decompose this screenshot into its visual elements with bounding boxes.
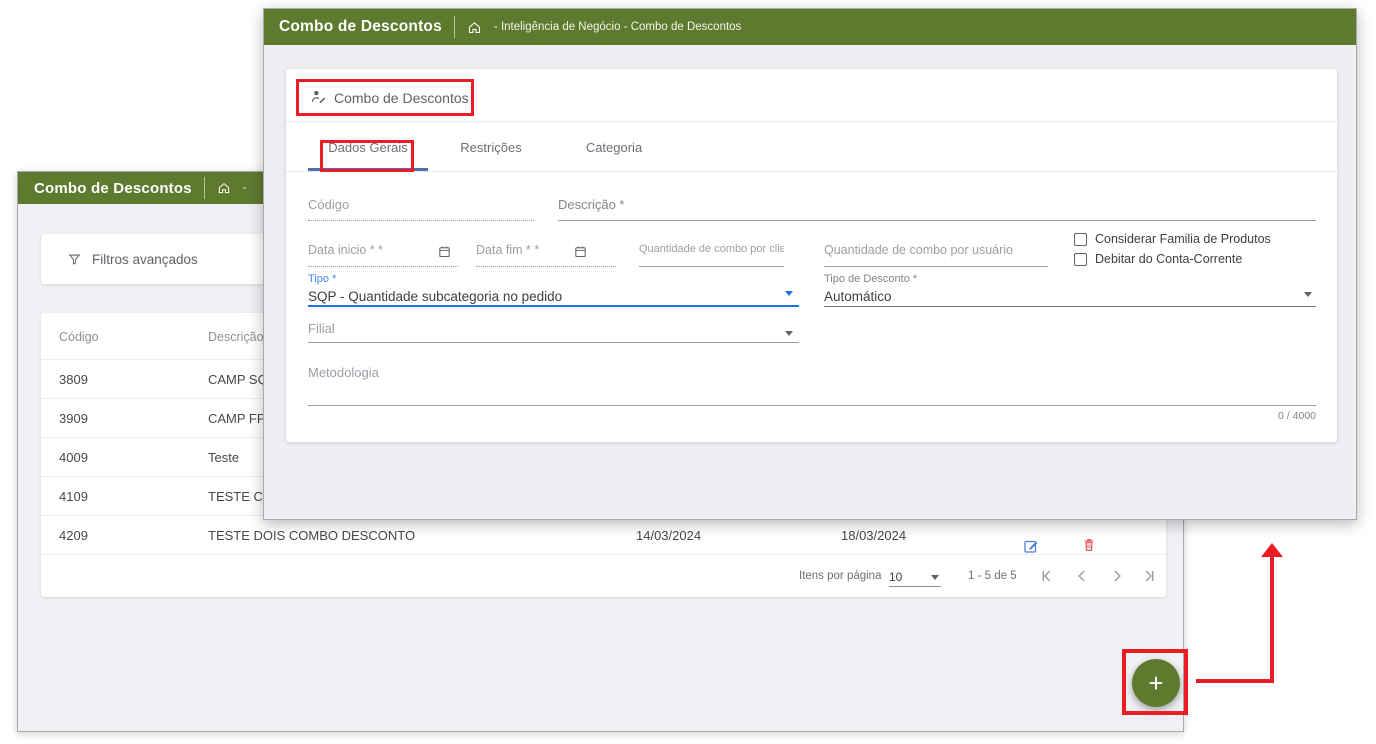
- calendar-icon[interactable]: [573, 244, 588, 259]
- page: Combo de Descontos - Filtros avançados C…: [0, 0, 1376, 744]
- qtd-combo-usuario-label: Quantidade de combo por usuário: [824, 243, 1048, 257]
- tipo-label: Tipo *: [308, 273, 799, 285]
- tab-restricoes[interactable]: Restrições: [431, 122, 551, 172]
- metodologia-textarea[interactable]: Metodologia: [308, 365, 1316, 406]
- checkbox-icon: [1074, 253, 1087, 266]
- column-header-codigo: Código: [59, 330, 99, 344]
- cell-data-inicio: 14/03/2024: [636, 528, 701, 543]
- chevron-down-icon: [785, 291, 793, 296]
- cell-data-fim: 18/03/2024: [841, 528, 906, 543]
- descricao-field[interactable]: Descrição *: [558, 197, 1316, 221]
- breadcrumb: -: [243, 182, 247, 194]
- cell-codigo: 4109: [59, 489, 88, 504]
- form-card: Combo de Descontos Dados Gerais Restriçõ…: [286, 69, 1337, 442]
- user-edit-icon: [310, 88, 327, 105]
- tipo-select[interactable]: Tipo * SQP - Quantidade subcategoria no …: [308, 273, 799, 307]
- qtd-combo-cliente-field[interactable]: Quantidade de combo por clien...: [639, 243, 784, 267]
- cell-codigo: 4209: [59, 528, 88, 543]
- annotation-arrow-head: [1261, 543, 1283, 557]
- codigo-label: Código: [308, 197, 534, 212]
- first-page-button[interactable]: [1036, 566, 1058, 588]
- tab-dados-gerais[interactable]: Dados Gerais: [308, 122, 428, 172]
- tipo-desconto-label: Tipo de Desconto *: [824, 273, 1316, 285]
- delete-row-button[interactable]: [1071, 525, 1091, 545]
- appbar-divider: [454, 16, 455, 38]
- filial-select[interactable]: Filial: [308, 321, 799, 343]
- advanced-filters-label: Filtros avançados: [92, 252, 198, 267]
- edit-pencil-icon: [1022, 537, 1040, 555]
- filial-label: Filial: [308, 321, 799, 336]
- cell-descricao: TESTE DOIS COMBO DESCONTO: [208, 528, 415, 543]
- descricao-label: Descrição *: [558, 197, 1316, 212]
- calendar-icon[interactable]: [437, 244, 452, 259]
- considerar-familia-label: Considerar Familia de Produtos: [1095, 232, 1271, 246]
- next-page-button[interactable]: [1106, 566, 1128, 588]
- chevron-right-icon: [1107, 566, 1127, 586]
- form-card-header: Combo de Descontos: [286, 69, 1337, 122]
- table-row: 4209 TESTE DOIS COMBO DESCONTO 14/03/202…: [41, 515, 1166, 554]
- chevron-down-icon: [931, 575, 939, 580]
- items-per-page-select[interactable]: 10: [889, 567, 941, 587]
- pagination-range: 1 - 5 de 5: [968, 570, 1017, 582]
- tipo-value: SQP - Quantidade subcategoria no pedido: [308, 289, 799, 304]
- items-per-page-label: Itens por página: [799, 570, 881, 582]
- cell-codigo: 3809: [59, 372, 88, 387]
- tipo-desconto-select[interactable]: Tipo de Desconto * Automático: [824, 273, 1316, 307]
- pagination-bar: Itens por página 10 1 - 5 de 5: [41, 554, 1166, 597]
- add-combo-fab[interactable]: +: [1132, 659, 1180, 707]
- data-inicio-field[interactable]: Data inicio * *: [308, 243, 458, 267]
- form-window: Combo de Descontos - Inteligência de Neg…: [263, 8, 1357, 520]
- tab-categoria[interactable]: Categoria: [554, 122, 674, 172]
- debitar-conta-corrente-label: Debitar do Conta-Corrente: [1095, 252, 1242, 266]
- breadcrumb: - Inteligência de Negócio - Combo de Des…: [494, 21, 741, 33]
- first-page-icon: [1037, 566, 1057, 586]
- form-window-title: Combo de Descontos: [279, 18, 442, 36]
- home-icon[interactable]: [217, 181, 231, 195]
- form-body: Combo de Descontos Dados Gerais Restriçõ…: [264, 45, 1356, 519]
- debitar-conta-corrente-checkbox[interactable]: Debitar do Conta-Corrente: [1074, 252, 1242, 266]
- chevron-down-icon: [1304, 292, 1312, 297]
- qtd-combo-usuario-field[interactable]: Quantidade de combo por usuário: [824, 243, 1048, 267]
- annotation-arrow-line: [1270, 556, 1274, 683]
- active-tab-indicator: [308, 168, 428, 171]
- data-inicio-label: Data inicio * *: [308, 243, 458, 257]
- column-header-descricao: Descrição: [208, 330, 264, 344]
- tab-bar: Dados Gerais Restrições Categoria: [286, 122, 1337, 172]
- char-counter: 0 / 4000: [1278, 410, 1316, 422]
- cell-codigo: 4009: [59, 450, 88, 465]
- chevron-down-icon: [785, 331, 793, 336]
- previous-page-button[interactable]: [1071, 566, 1093, 588]
- cell-descricao: Teste: [208, 450, 239, 465]
- chevron-left-icon: [1072, 566, 1092, 586]
- last-page-icon: [1139, 566, 1159, 586]
- annotation-arrow-line: [1196, 679, 1274, 683]
- form-appbar: Combo de Descontos - Inteligência de Neg…: [264, 9, 1356, 45]
- checkbox-icon: [1074, 233, 1087, 246]
- tipo-desconto-value: Automático: [824, 289, 1316, 304]
- edit-row-button[interactable]: [1012, 525, 1032, 545]
- last-page-button[interactable]: [1138, 566, 1160, 588]
- cell-codigo: 3909: [59, 411, 88, 426]
- items-per-page-value: 10: [889, 570, 902, 584]
- qtd-combo-cliente-label: Quantidade de combo por clien...: [639, 243, 784, 255]
- list-window-title: Combo de Descontos: [34, 180, 192, 197]
- metodologia-label: Metodologia: [308, 365, 1316, 380]
- form-card-title: Combo de Descontos: [334, 90, 469, 106]
- data-fim-field[interactable]: Data fim * *: [476, 243, 616, 267]
- trash-icon: [1081, 537, 1097, 553]
- appbar-divider: [204, 177, 205, 199]
- codigo-field[interactable]: Código: [308, 197, 534, 221]
- filter-funnel-icon: [67, 252, 82, 267]
- home-icon[interactable]: [467, 20, 482, 35]
- considerar-familia-checkbox[interactable]: Considerar Familia de Produtos: [1074, 232, 1271, 246]
- data-fim-label: Data fim * *: [476, 243, 616, 257]
